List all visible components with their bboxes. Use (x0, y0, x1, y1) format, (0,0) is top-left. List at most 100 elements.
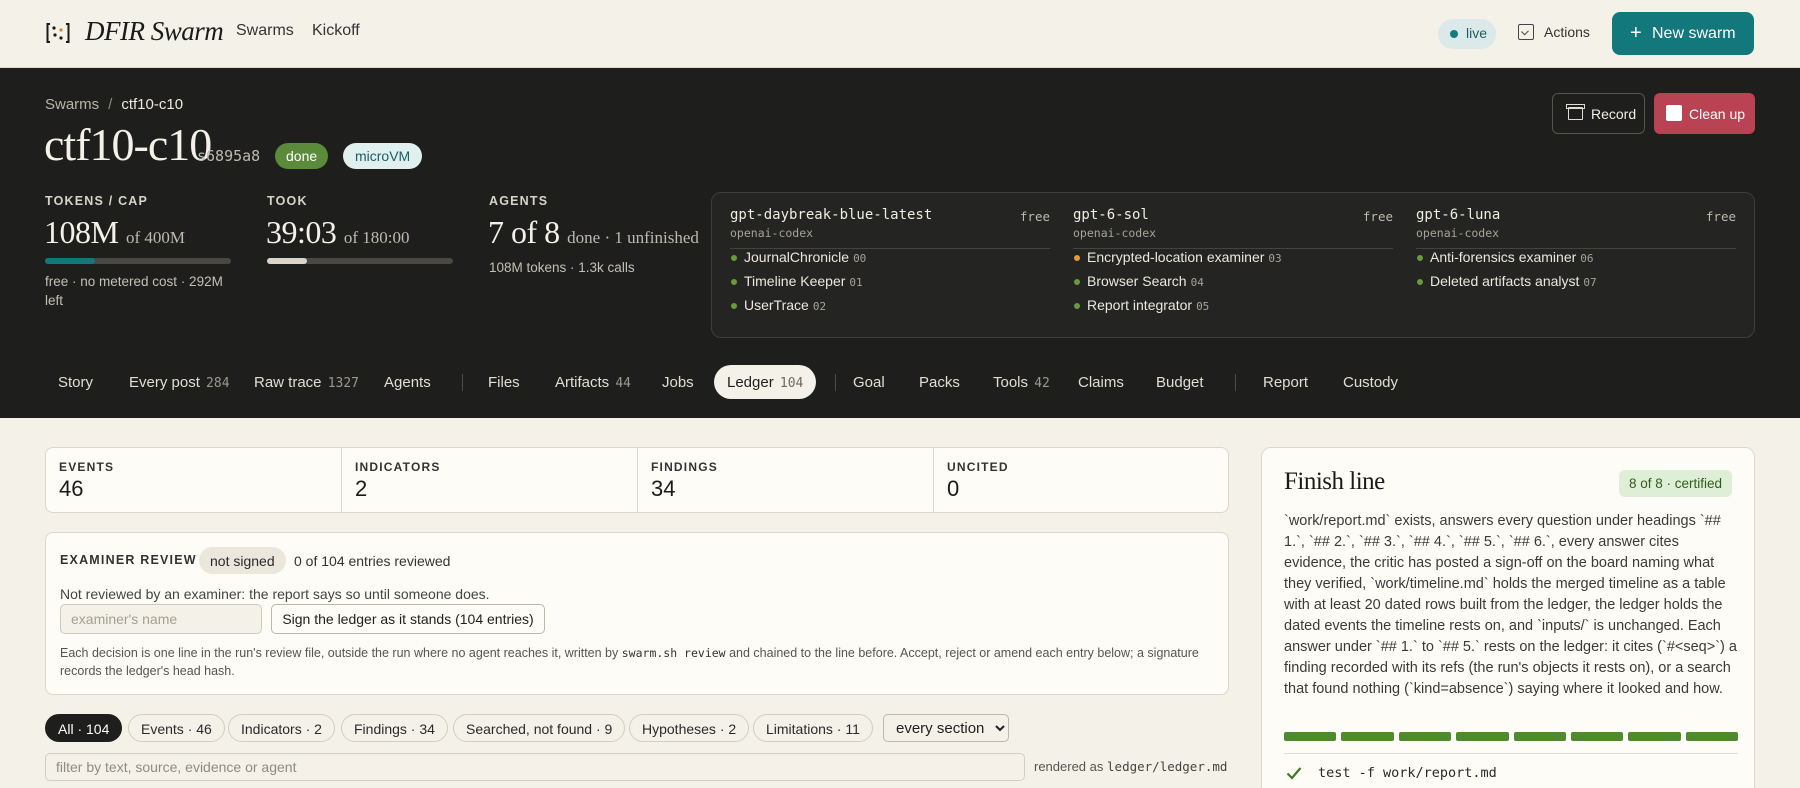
agent-status-dot (1417, 279, 1423, 285)
tokens-label: TOKENS / CAP (45, 194, 149, 208)
sign-ledger-button[interactable]: Sign the ledger as it stands (104 entrie… (271, 604, 545, 634)
finish-line-panel: Finish line 8 of 8 · certified `work/rep… (1261, 447, 1755, 788)
tab-every-post[interactable]: Every post 284 (116, 365, 243, 399)
tab-tools[interactable]: Tools 42 (980, 365, 1063, 399)
tab-agents[interactable]: Agents (371, 365, 444, 399)
nav-kickoff[interactable]: Kickoff (312, 22, 360, 40)
filter-hypotheses[interactable]: Hypotheses · 2 (629, 714, 750, 742)
tab-custody[interactable]: Custody (1330, 365, 1411, 399)
summary-events: EVENTS 46 (46, 448, 342, 512)
rendered-path: rendered as ledger/ledger.md (1034, 759, 1228, 774)
ledger-summary: EVENTS 46 INDICATORS 2 FINDINGS 34 UNCIT… (45, 447, 1229, 513)
actions-button[interactable]: Actions (1518, 24, 1590, 40)
model-column: gpt-6-luna openai-codex free Anti-forens… (1416, 207, 1736, 297)
model-tier: free (1019, 209, 1050, 224)
breadcrumb: Swarms / ctf10-c10 (45, 96, 184, 113)
model-provider: openai-codex (1416, 226, 1500, 240)
certification-progress (1284, 732, 1738, 741)
tab-raw-trace[interactable]: Raw trace 1327 (241, 365, 372, 399)
agent-row[interactable]: Browser Search 04 (1073, 273, 1393, 297)
agent-row[interactable]: Report integrator 05 (1073, 297, 1393, 321)
took-label: TOOK (267, 194, 308, 208)
certification-segment (1513, 732, 1566, 741)
check-item: test -f work/report.md (1284, 765, 1497, 781)
tab-packs[interactable]: Packs (906, 365, 973, 399)
agent-row[interactable]: Anti-forensics examiner 06 (1416, 249, 1736, 273)
tab-artifacts[interactable]: Artifacts 44 (542, 365, 644, 399)
nav-swarms[interactable]: Swarms (236, 22, 294, 40)
review-description: Each decision is one line in the run's r… (60, 646, 1199, 678)
certification-segment (1284, 732, 1337, 741)
section-select[interactable]: every section (883, 714, 1009, 742)
examiner-name-input[interactable] (60, 604, 262, 634)
tab-budget[interactable]: Budget (1143, 365, 1217, 399)
tokens-note: free · no metered cost · 292M left (45, 274, 223, 308)
page-title: ctf10-c10 (44, 119, 212, 170)
model-provider: openai-codex (730, 226, 814, 240)
tab-goal[interactable]: Goal (840, 365, 898, 399)
took-value: 39:03 of 180:00 (266, 214, 410, 250)
model-name: gpt-daybreak-blue-latest (730, 207, 933, 223)
certified-badge: 8 of 8 · certified (1618, 470, 1732, 497)
finish-line-criteria: `work/report.md` exists, answers every q… (1284, 513, 1737, 697)
terminal-icon (1518, 24, 1534, 40)
agent-row[interactable]: UserTrace 02 (730, 297, 1050, 321)
agent-row[interactable]: Timeline Keeper 01 (730, 273, 1050, 297)
checkmark-icon (1286, 767, 1302, 780)
filter-indicators[interactable]: Indicators · 2 (228, 714, 335, 742)
tokens-progress-bar (45, 258, 231, 264)
runtime-badge: microVM (343, 143, 423, 169)
breadcrumb-swarms[interactable]: Swarms (45, 96, 99, 113)
live-dot-icon (1450, 30, 1458, 38)
agent-status-dot (731, 303, 737, 309)
agent-row[interactable]: JournalChronicle 00 (730, 249, 1050, 273)
summary-findings: FINDINGS 34 (638, 448, 934, 512)
filter-events[interactable]: Events · 46 (128, 714, 225, 742)
examiner-review-panel: EXAMINER REVIEW not signed 0 of 104 entr… (45, 532, 1229, 695)
took-progress-bar (267, 258, 453, 264)
tab-jobs[interactable]: Jobs (649, 365, 707, 399)
agent-status-dot (731, 255, 737, 261)
ledger-filter-input[interactable] (45, 753, 1025, 781)
archive-icon (1566, 104, 1585, 120)
swarm-header: Swarms / ctf10-c10 ctf10-c10 s6895a8 done … (0, 68, 1800, 418)
breadcrumb-current: ctf10-c10 (121, 96, 184, 113)
agent-status-dot (731, 279, 737, 285)
agent-status-dot (1417, 255, 1423, 261)
filter-limitations[interactable]: Limitations · 11 (753, 714, 873, 742)
examiner-review-label: EXAMINER REVIEW (60, 553, 197, 567)
certification-segment (1341, 732, 1394, 741)
summary-indicators: INDICATORS 2 (342, 448, 638, 512)
model-tier: free (1362, 209, 1393, 224)
review-note: Not reviewed by an examiner: the report … (60, 586, 490, 602)
tab-report[interactable]: Report (1250, 365, 1321, 399)
tokens-value: 108M of 400M (44, 214, 185, 250)
certification-segment (1685, 732, 1738, 741)
tab-files[interactable]: Files (475, 365, 533, 399)
record-button[interactable]: Record (1552, 93, 1645, 134)
model-tier: free (1705, 209, 1736, 224)
new-swarm-button[interactable]: + New swarm (1612, 12, 1754, 55)
agent-row[interactable]: Encrypted-location examiner 03 (1073, 249, 1393, 273)
model-column: gpt-6-sol openai-codex free Encrypted-lo… (1073, 207, 1393, 321)
agent-row[interactable]: Deleted artifacts analyst 07 (1416, 273, 1736, 297)
tab-ledger[interactable]: Ledger 104 (714, 365, 817, 399)
tab-claims[interactable]: Claims (1065, 365, 1137, 399)
filter-findings[interactable]: Findings · 34 (341, 714, 448, 742)
summary-uncited: UNCITED 0 (947, 460, 1009, 501)
model-name: gpt-6-luna (1416, 207, 1501, 223)
certification-segment (1456, 732, 1509, 741)
certification-segment (1628, 732, 1681, 741)
filter-searched-not-found[interactable]: Searched, not found · 9 (453, 714, 626, 742)
filter-all[interactable]: All · 104 (45, 714, 123, 742)
swarm-id: s6895a8 (197, 147, 261, 165)
tab-story[interactable]: Story (45, 365, 106, 399)
certification-segment (1398, 732, 1452, 741)
model-name: gpt-6-sol (1073, 207, 1149, 223)
live-status-badge: live (1438, 19, 1496, 49)
ledger-file-link[interactable]: ledger/ledger.md (1107, 759, 1227, 774)
stop-square-icon (1666, 105, 1682, 121)
clean-up-button[interactable]: Clean up (1654, 93, 1755, 134)
agents-note: 108M tokens · 1.3k calls (489, 260, 635, 275)
app-title[interactable]: DFIR Swarm (85, 16, 224, 47)
